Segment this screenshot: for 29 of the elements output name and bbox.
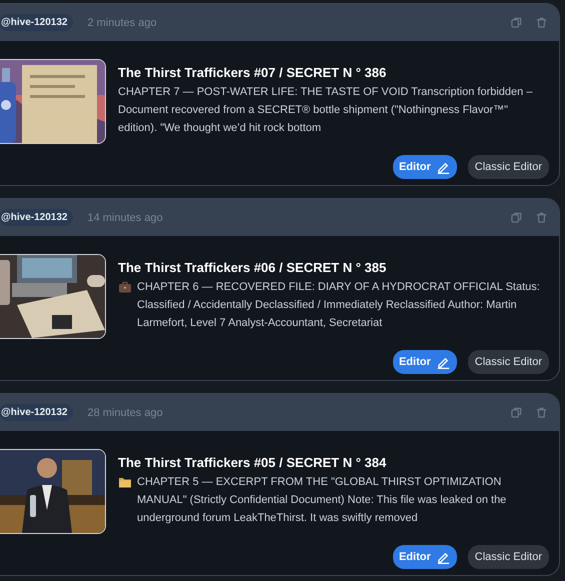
editor-button[interactable]: Editor xyxy=(392,155,457,179)
delete-icon[interactable] xyxy=(536,17,547,28)
community-tag[interactable]: @hive-120132 xyxy=(0,404,74,421)
post-title[interactable]: The Thirst Traffickers #07 / SECRET N ° 386 xyxy=(118,65,549,80)
post-excerpt: CHAPTER 6 — RECOVERED FILE: DIARY OF A HYDROCRAT OFFICIAL Status: Classified / Accidentally Declassified / Immediately Reclassified Author: Martin Larmefort, Level 7 Analyst-Accountant, Secretariat xyxy=(137,280,541,331)
post-time: 14 minutes ago xyxy=(87,212,163,224)
pencil-icon xyxy=(436,550,450,564)
pencil-icon xyxy=(436,160,450,174)
copy-icon[interactable] xyxy=(511,407,522,418)
post-time: 2 minutes ago xyxy=(87,16,157,28)
post-time: 28 minutes ago xyxy=(87,406,163,418)
delete-icon[interactable] xyxy=(536,212,547,223)
copy-icon[interactable] xyxy=(511,212,522,223)
pencil-icon xyxy=(436,356,450,368)
community-tag[interactable]: @hive-120132 xyxy=(0,14,74,31)
classic-editor-button[interactable]: Classic Editor xyxy=(468,545,549,569)
post-excerpt: CHAPTER 7 — POST-WATER LIFE: THE TASTE OF VOID Transcription forbidden – Document recovered from a SECRET® bottle shipment ("Nothingness Flavor™" edition). "We thought we’d hit rock bottom xyxy=(118,85,534,136)
post-excerpt: CHAPTER 5 — EXCERPT FROM THE "GLOBAL THIRST OPTIMIZATION MANUAL" (Strictly Confidential Document) Note: This file was leaked on the underground forum LeakTheThirst. It was swiftly removed xyxy=(137,475,508,526)
copy-icon[interactable] xyxy=(511,17,522,28)
post-title[interactable]: The Thirst Traffickers #05 / SECRET N ° 384 xyxy=(118,455,549,470)
post-title[interactable]: The Thirst Traffickers #06 / SECRET N ° 385 xyxy=(118,260,549,275)
folder-icon xyxy=(118,476,132,488)
community-tag[interactable]: @hive-120132 xyxy=(0,209,74,226)
editor-button[interactable]: Editor xyxy=(392,545,457,569)
classic-editor-button[interactable]: Classic Editor xyxy=(468,155,549,179)
classic-editor-button[interactable]: Classic Editor xyxy=(468,350,549,374)
delete-icon[interactable] xyxy=(536,407,547,418)
editor-button[interactable]: Editor xyxy=(392,350,457,374)
briefcase-icon xyxy=(118,281,132,293)
